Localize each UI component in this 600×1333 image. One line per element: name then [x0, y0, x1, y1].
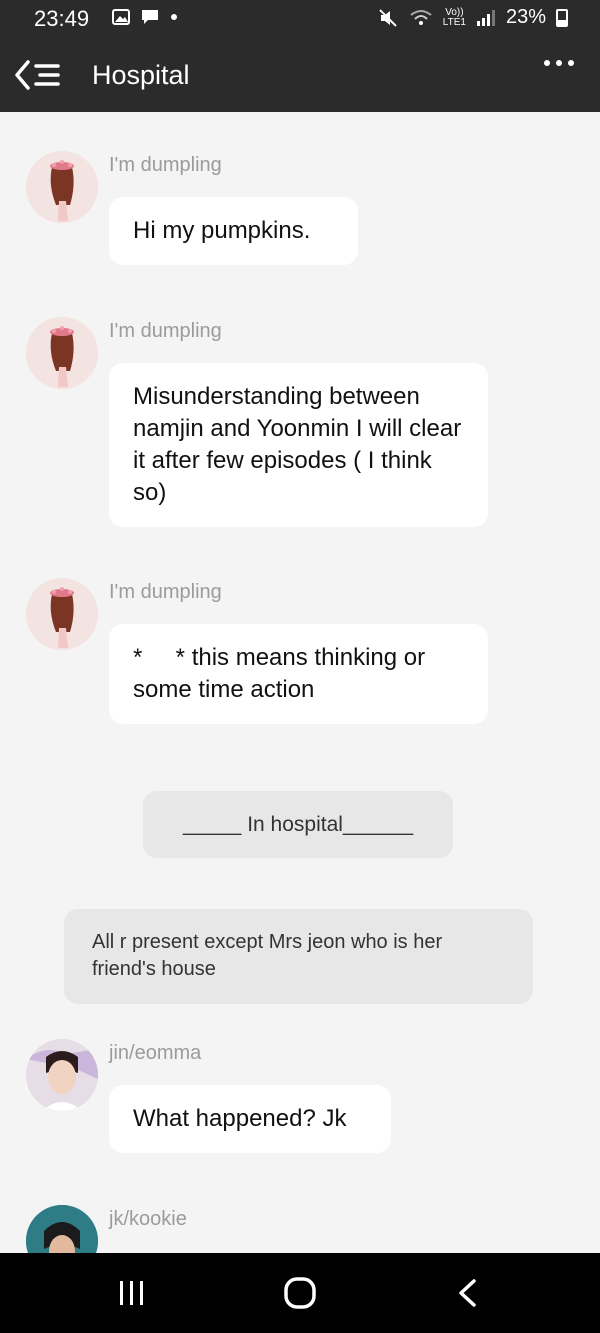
avatar[interactable]: [26, 1039, 98, 1111]
jk-avatar-icon: [26, 1205, 98, 1253]
network-type: Vo)) LTE1: [442, 6, 466, 28]
girl-avatar-icon: [26, 317, 98, 389]
notification-icons: [112, 8, 178, 26]
status-bar: 23:49 Vo)) LTE1 23%: [0, 0, 600, 38]
home-icon[interactable]: [284, 1277, 316, 1309]
app-bar: Hospital: [0, 38, 600, 112]
message-notification-icon: [142, 10, 158, 24]
message-bubble[interactable]: What happened? Jk: [109, 1085, 391, 1153]
sender-name: I'm dumpling: [109, 320, 222, 342]
sender-name: jk/kookie: [109, 1208, 187, 1230]
system-status-icons: Vo)) LTE1 23%: [377, 6, 568, 29]
more-notifications-dot-icon: [171, 14, 177, 20]
jin-avatar-icon: [26, 1039, 98, 1111]
status-time: 23:49: [34, 6, 90, 31]
sender-name: I'm dumpling: [109, 581, 222, 603]
narration-banner: _____ In hospital______: [143, 791, 453, 858]
back-list-icon[interactable]: [14, 58, 62, 92]
message-bubble[interactable]: Misunderstanding between namjin and Yoon…: [109, 363, 488, 527]
girl-avatar-icon: [26, 151, 98, 223]
signal-icon: [476, 9, 495, 26]
message-bubble[interactable]: * * this means thinking or some time act…: [109, 624, 488, 724]
sender-name: I'm dumpling: [109, 154, 222, 176]
dot-icon: [556, 60, 562, 66]
recent-apps-icon[interactable]: [118, 1280, 146, 1306]
battery-percent: 23%: [505, 6, 546, 28]
dot-icon: [568, 60, 574, 66]
message-bubble[interactable]: Hi my pumpkins.: [109, 197, 358, 265]
narration-banner: All r present except Mrs jeon who is her…: [64, 909, 533, 1004]
chat-thread[interactable]: I'm dumpling Hi my pumpkins. I'm dumplin…: [0, 112, 600, 1253]
dot-icon: [544, 60, 550, 66]
sender-name: jin/eomma: [109, 1042, 202, 1064]
lte-label: LTE1: [442, 16, 466, 28]
volte-label: Vo)): [445, 6, 464, 18]
avatar[interactable]: [26, 151, 98, 223]
avatar[interactable]: [26, 317, 98, 389]
more-options-button[interactable]: [544, 60, 574, 66]
gallery-notification-icon: [112, 9, 130, 25]
mute-icon: [379, 8, 397, 27]
wifi-icon: [410, 9, 432, 25]
page-title: Hospital: [92, 60, 190, 90]
avatar[interactable]: [26, 578, 98, 650]
battery-icon: [556, 8, 568, 27]
avatar[interactable]: [26, 1205, 98, 1253]
girl-avatar-icon: [26, 578, 98, 650]
system-nav-bar: [0, 1253, 600, 1333]
back-icon[interactable]: [456, 1279, 478, 1307]
